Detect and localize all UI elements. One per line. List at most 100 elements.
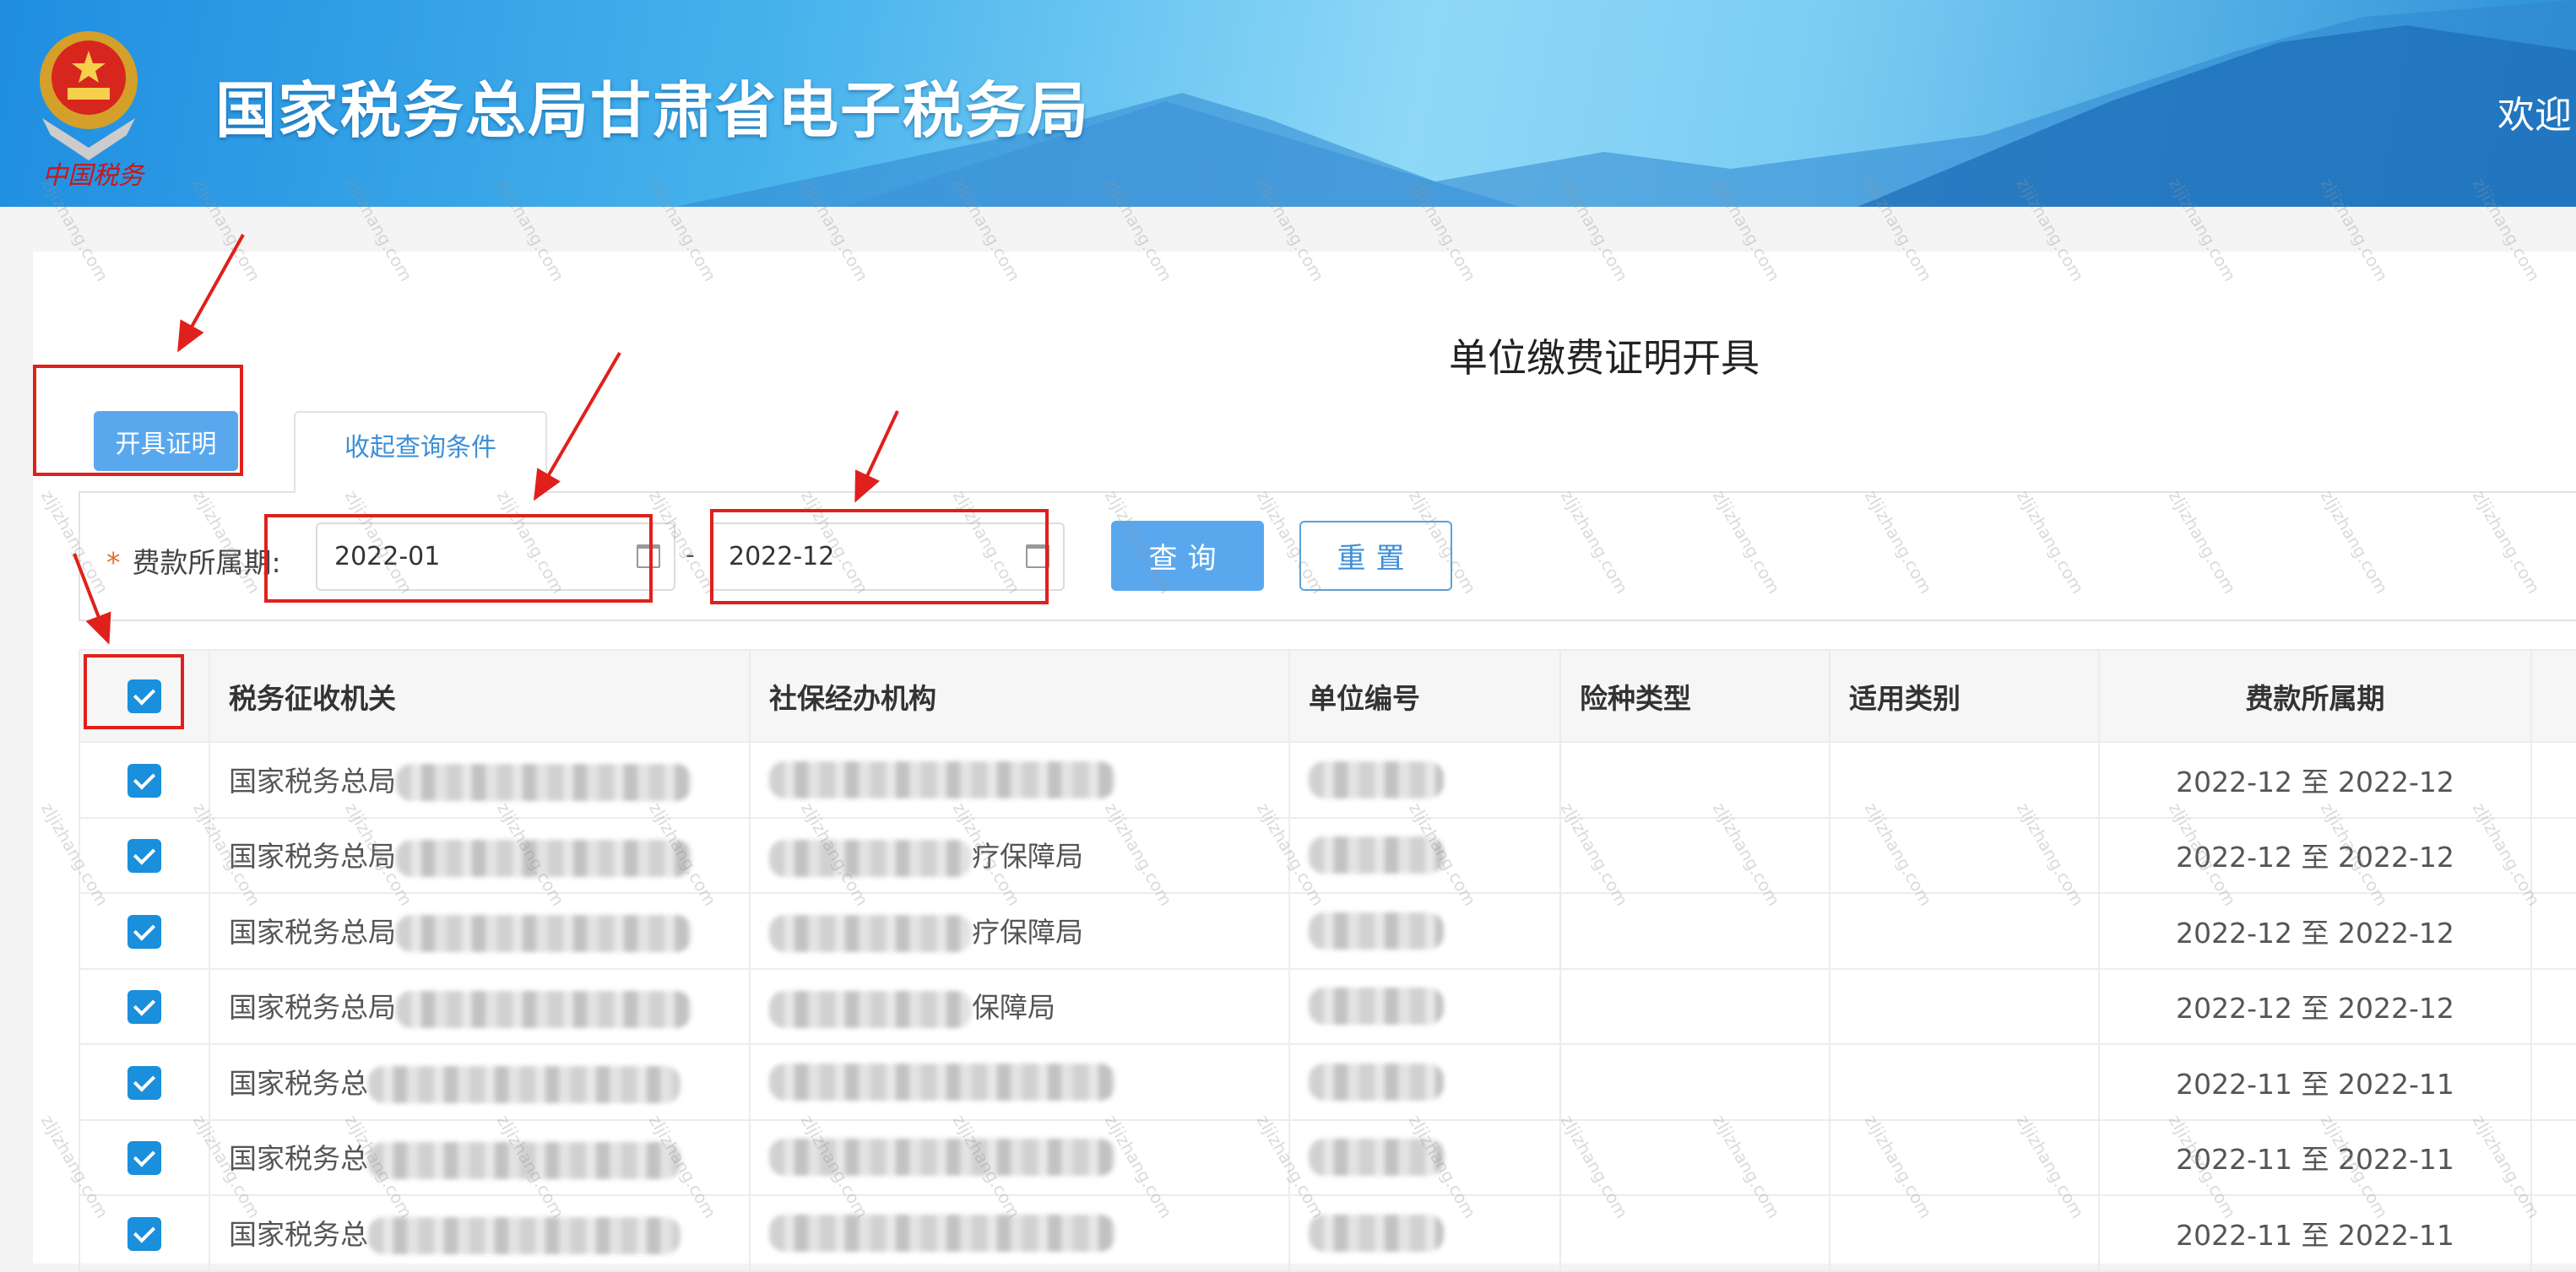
- col-insurance-type: 险种类型: [1559, 649, 1830, 743]
- unit-no-cell: [1288, 1043, 1561, 1121]
- redacted-blur: [769, 915, 972, 952]
- row-select-cell[interactable]: [79, 1118, 210, 1196]
- redacted-blur: [769, 1063, 1115, 1101]
- social-office-cell: [749, 741, 1290, 819]
- row-select-cell[interactable]: [79, 816, 210, 894]
- issue-certificate-button[interactable]: 开具证明: [94, 411, 238, 471]
- row-checkbox[interactable]: [127, 763, 161, 798]
- redacted-blur: [1309, 912, 1444, 950]
- row-select-cell[interactable]: [79, 741, 210, 819]
- redacted-blur: [1309, 1063, 1444, 1101]
- insurance-type-cell: [1559, 1043, 1830, 1121]
- row-select-cell[interactable]: [79, 1043, 210, 1121]
- site-header: 中国税务 国家税务总局甘肃省电子税务局 欢迎: [0, 0, 2576, 207]
- tax-office-cell: 国家税务总局: [209, 741, 751, 819]
- reset-button[interactable]: 重置: [1299, 521, 1452, 591]
- tax-office-cell: 国家税务总: [209, 1194, 751, 1272]
- table-row[interactable]: 国家税务总局 2022-12 至 2022-12: [79, 741, 2576, 819]
- required-mark: *: [106, 546, 121, 579]
- category-cell: [1829, 741, 2100, 819]
- category-cell: [1829, 1118, 2100, 1196]
- redacted-blur: [769, 839, 972, 877]
- col-social-office: 社保经办机构: [749, 649, 1290, 743]
- row-select-cell[interactable]: [79, 892, 210, 970]
- col-tax-office: 税务征收机关: [209, 649, 751, 743]
- col-category: 适用类别: [1829, 649, 2100, 743]
- results-table: 税务征收机关 社保经办机构 单位编号 险种类型 适用类别 费款所属期 国家税务总…: [79, 649, 2576, 1272]
- start-period-input[interactable]: 2022-01: [316, 522, 675, 591]
- table-header: 税务征收机关 社保经办机构 单位编号 险种类型 适用类别 费款所属期: [79, 649, 2576, 743]
- insurance-type-cell: [1559, 816, 1830, 894]
- table-row[interactable]: 国家税务总 2022-11 至 2022-11: [79, 1043, 2576, 1121]
- row-select-cell[interactable]: [79, 967, 210, 1045]
- redacted-blur: [396, 764, 691, 801]
- unit-no-cell: [1288, 967, 1561, 1045]
- social-office-text: 疗保障局: [972, 840, 1083, 873]
- insurance-type-cell: [1559, 1118, 1830, 1196]
- row-checkbox[interactable]: [127, 1065, 161, 1100]
- tax-emblem-logo: 中国税务: [40, 31, 146, 186]
- tax-office-cell: 国家税务总局: [209, 967, 751, 1045]
- row-checkbox[interactable]: [127, 839, 161, 873]
- social-office-cell: [749, 1194, 1290, 1272]
- redacted-blur: [769, 1214, 1115, 1252]
- query-button[interactable]: 查询: [1111, 521, 1264, 591]
- period-label: * 费款所属期:: [106, 540, 281, 581]
- redacted-blur: [396, 990, 691, 1028]
- table-row[interactable]: 国家税务总局 保障局 2022-12 至 2022-12: [79, 967, 2576, 1045]
- table-row[interactable]: 国家税务总 2022-11 至 2022-11: [79, 1118, 2576, 1196]
- row-checkbox[interactable]: [127, 1141, 161, 1175]
- redacted-blur: [396, 915, 691, 952]
- unit-no-cell: [1288, 1194, 1561, 1272]
- col-period: 费款所属期: [2098, 649, 2532, 743]
- extra-cell: [2530, 816, 2576, 894]
- tax-office-text: 国家税务总局: [229, 840, 396, 873]
- extra-cell: [2530, 1194, 2576, 1272]
- tax-office-text: 国家税务总局: [229, 764, 396, 798]
- page-title: 单位缴费证明开具: [1449, 335, 1760, 381]
- row-checkbox[interactable]: [127, 990, 161, 1024]
- social-office-cell: [749, 1118, 1290, 1196]
- tab-collapse-query[interactable]: 收起查询条件: [294, 411, 547, 493]
- period-cell: 2022-11 至 2022-11: [2098, 1118, 2532, 1196]
- select-all-checkbox[interactable]: [127, 679, 161, 714]
- row-checkbox[interactable]: [127, 914, 161, 949]
- table-row[interactable]: 国家税务总局 疗保障局 2022-12 至 2022-12: [79, 816, 2576, 894]
- calendar-icon[interactable]: [1026, 544, 1049, 568]
- end-period-value: 2022-12: [729, 542, 835, 571]
- redacted-blur: [769, 760, 1115, 798]
- period-label-text: 费款所属期:: [132, 546, 281, 579]
- extra-cell: [2530, 892, 2576, 970]
- table-row[interactable]: 国家税务总 2022-11 至 2022-11: [79, 1194, 2576, 1272]
- social-office-text: 保障局: [972, 991, 1055, 1024]
- category-cell: [1829, 1043, 2100, 1121]
- period-cell: 2022-11 至 2022-11: [2098, 1043, 2532, 1121]
- col-extra: [2530, 649, 2576, 743]
- redacted-blur: [368, 1066, 681, 1103]
- row-checkbox[interactable]: [127, 1216, 161, 1251]
- unit-no-cell: [1288, 892, 1561, 970]
- svg-text:中国税务: 中国税务: [42, 161, 146, 186]
- tax-office-text: 国家税务总: [229, 1217, 368, 1251]
- redacted-blur: [769, 990, 972, 1028]
- calendar-icon[interactable]: [637, 544, 660, 568]
- tax-office-cell: 国家税务总: [209, 1043, 751, 1121]
- row-select-cell[interactable]: [79, 1194, 210, 1272]
- table-row[interactable]: 国家税务总局 疗保障局 2022-12 至 2022-12: [79, 892, 2576, 970]
- redacted-blur: [368, 1217, 681, 1254]
- tax-office-cell: 国家税务总: [209, 1118, 751, 1196]
- select-all-cell[interactable]: [79, 649, 210, 743]
- end-period-input[interactable]: 2022-12: [710, 522, 1065, 591]
- social-office-text: 疗保障局: [972, 915, 1083, 949]
- extra-cell: [2530, 741, 2576, 819]
- range-separator: -: [686, 540, 695, 570]
- insurance-type-cell: [1559, 892, 1830, 970]
- social-office-cell: 疗保障局: [749, 892, 1290, 970]
- tax-office-text: 国家税务总局: [229, 991, 396, 1024]
- col-unit-no: 单位编号: [1288, 649, 1561, 743]
- site-title: 国家税务总局甘肃省电子税务局: [215, 75, 1091, 146]
- period-cell: 2022-12 至 2022-12: [2098, 892, 2532, 970]
- redacted-blur: [1309, 988, 1444, 1026]
- redacted-blur: [1309, 1139, 1444, 1177]
- start-period-value: 2022-01: [334, 542, 441, 571]
